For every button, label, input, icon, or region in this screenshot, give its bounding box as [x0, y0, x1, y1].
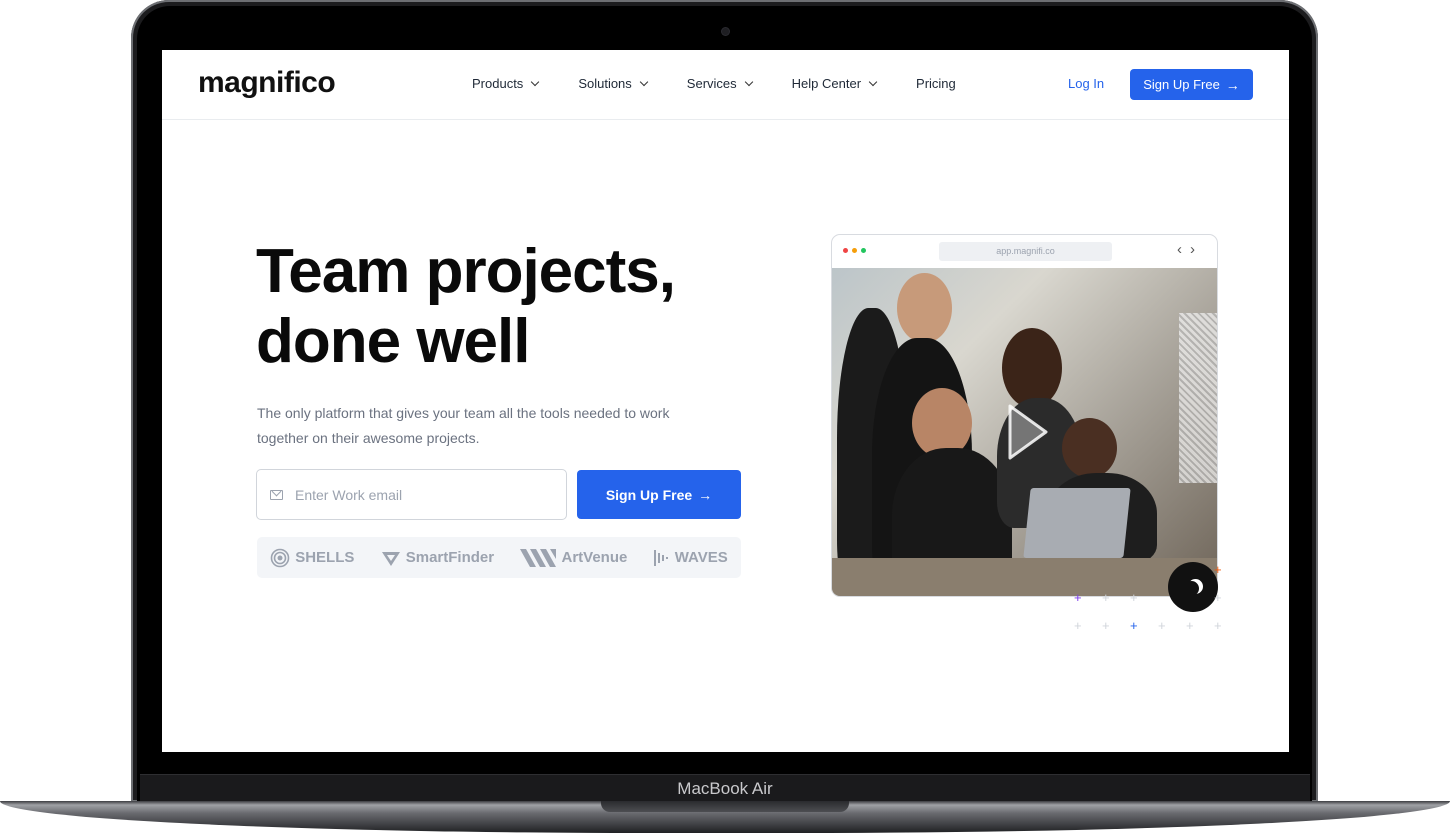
brand-label: ArtVenue [561, 549, 628, 566]
minimize-dot [852, 248, 857, 253]
hero-title-line1: Team projects, [256, 237, 676, 306]
arrow-right-icon: → [1225, 76, 1240, 93]
decor-plus: + [1214, 562, 1222, 577]
menu-item-help-center[interactable]: Help Center [791, 76, 878, 91]
menu-item-label: Solutions [578, 76, 632, 91]
decor-plus: + [1186, 618, 1194, 633]
person [897, 273, 952, 343]
decor-plus: + [1074, 618, 1082, 633]
brand-waves: WAVES [653, 548, 728, 568]
menu-item-services[interactable]: Services [686, 76, 753, 91]
decor-plus: + [1130, 618, 1138, 633]
laptop-notch [601, 801, 849, 812]
person [1002, 328, 1062, 408]
chevron-down-icon [868, 77, 878, 86]
site-logo[interactable]: magnifico [198, 66, 336, 100]
moon-icon [1184, 581, 1199, 596]
decor-plus: + [1074, 590, 1082, 605]
laptop-chin: MacBook Air [140, 774, 1310, 802]
email-field[interactable] [256, 469, 567, 520]
decor-plus: + [1214, 618, 1222, 633]
maximize-dot [861, 248, 866, 253]
smartfinder-logo-icon [381, 551, 400, 566]
laptop-in-photo [1023, 488, 1131, 558]
brand-logos: SHELLS SmartFinder ArtVenue WAVES [257, 537, 741, 578]
chevron-down-icon [639, 77, 649, 86]
decor-plus: + [1130, 590, 1138, 605]
play-icon[interactable] [1004, 402, 1050, 462]
brand-label: SmartFinder [405, 549, 495, 566]
email-input[interactable] [293, 485, 533, 504]
login-link[interactable]: Log In [1068, 76, 1104, 91]
address-bar: app.magnifi.co [939, 242, 1112, 261]
main-menu: Products Solutions Services Help Center … [472, 76, 996, 91]
waves-logo-icon [653, 549, 668, 566]
close-dot [843, 248, 848, 253]
browser-nav-arrows: ‹› [1177, 241, 1203, 258]
brand-artvenue: ArtVenue [520, 548, 628, 567]
brand-shells: SHELLS [270, 548, 354, 568]
menu-item-pricing[interactable]: Pricing [916, 76, 956, 91]
hero-title: Team projects, done well [256, 237, 676, 377]
shells-logo-icon [270, 548, 290, 567]
app-preview-window: app.magnifi.co ‹› [831, 234, 1218, 597]
menu-item-solutions[interactable]: Solutions [578, 76, 649, 91]
screen: magnifico Products Solutions Services He… [162, 50, 1289, 752]
hero-signup-button[interactable]: Sign Up Free → [577, 470, 741, 519]
decor-plus: + [1102, 590, 1110, 605]
hero-signup-label: Sign Up Free [605, 486, 693, 503]
hero-subtitle: The only platform that gives your team a… [257, 405, 670, 446]
theme-toggle-button[interactable] [1168, 562, 1218, 612]
window-controls [843, 248, 866, 253]
table [832, 558, 1217, 596]
arrow-right-icon: → [698, 486, 713, 503]
nav-signup-button[interactable]: Sign Up Free → [1130, 69, 1253, 100]
decor-plus: + [1214, 590, 1222, 605]
chevron-down-icon [744, 77, 753, 86]
nav-signup-label: Sign Up Free [1143, 77, 1220, 92]
brand-label: WAVES [674, 549, 728, 566]
menu-item-label: Services [686, 76, 737, 91]
device-label: MacBook Air [677, 779, 773, 798]
person [1062, 418, 1117, 478]
brand-label: SHELLS [295, 549, 355, 566]
brand-smartfinder: SmartFinder [381, 548, 494, 568]
hero-title-line2: done well [256, 307, 530, 376]
team-photo [832, 268, 1217, 596]
decor-plus: + [1158, 618, 1166, 633]
webcam [722, 28, 729, 35]
menu-item-label: Pricing [916, 76, 956, 91]
mail-icon [270, 489, 283, 500]
top-nav: magnifico Products Solutions Services He… [162, 50, 1289, 120]
wall-pattern [1179, 313, 1217, 483]
menu-item-label: Products [472, 76, 524, 91]
decor-plus: + [1102, 618, 1110, 633]
menu-item-products[interactable]: Products [472, 76, 540, 91]
artvenue-logo-icon [520, 548, 557, 567]
chevron-down-icon [531, 77, 540, 86]
menu-item-label: Help Center [791, 76, 862, 91]
